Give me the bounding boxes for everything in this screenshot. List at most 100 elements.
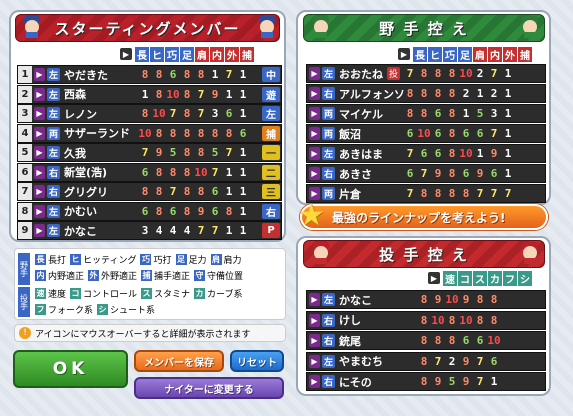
player-row[interactable]: 8 ▶ 左かむい 6 8 6 8 9 6 8 1 右 (17, 201, 282, 221)
fielding-position-badge[interactable]: 左 (262, 106, 280, 121)
player-row[interactable]: ▶ 両飯沼 6 10 6 8 6 6 7 1 (306, 124, 546, 143)
stat-value: 8 (476, 313, 484, 327)
player-row[interactable]: ▶ 左やまむち 8 7 2 9 7 6 (306, 351, 546, 371)
stat-value: 6 (476, 127, 484, 140)
batting-order-number: 6 (18, 163, 32, 181)
swap-arrow-icon[interactable]: ▶ (34, 204, 45, 218)
swap-arrow-icon[interactable]: ▶ (34, 224, 45, 237)
column-外: 外 (503, 46, 517, 62)
fielding-position-badge[interactable]: 三 (262, 184, 280, 199)
stat-value: 8 (420, 87, 428, 100)
player-row[interactable]: ▶ 左おおたね投 7 8 8 8 10 2 7 1 (306, 64, 546, 83)
legend-key: カ (194, 288, 206, 299)
player-row[interactable]: ▶ 右銃尾 8 8 8 6 6 10 (306, 331, 546, 350)
stat-value: 6 (211, 185, 219, 198)
swap-arrow-icon[interactable]: ▶ (34, 107, 45, 120)
player-row[interactable]: ▶ 右にその 8 9 5 9 7 1 (306, 372, 546, 391)
stat-value: 9 (476, 167, 484, 180)
swap-arrow-icon[interactable]: ▶ (309, 87, 320, 100)
swap-arrow-icon[interactable]: ▶ (309, 167, 320, 180)
fielding-position-badge[interactable]: P (262, 223, 280, 238)
legend-key: ス (141, 288, 153, 299)
stat-value: 7 (197, 107, 205, 120)
legend-label: 守備位置 (207, 272, 244, 282)
stat-value: 3 (490, 107, 498, 120)
legend-item: ススタミナ (141, 287, 190, 300)
player-name: あきさ (339, 167, 372, 181)
stat-value: 8 (420, 313, 428, 327)
stat-value: 8 (183, 146, 191, 159)
swap-arrow-icon[interactable]: ▶ (34, 185, 45, 198)
save-member-button[interactable]: メンバーを保存 (134, 350, 224, 372)
legend-item: 肩肩力 (210, 253, 242, 266)
player-row[interactable]: ▶ 右けし 8 10 8 10 8 8 (306, 310, 546, 330)
stat-value: 8 (183, 185, 191, 198)
column-コ: コ (458, 270, 472, 286)
stat-value: 6 (169, 68, 177, 81)
night-game-button[interactable]: ナイターに変更する (134, 377, 284, 399)
info-icon: ! (19, 327, 31, 339)
handedness-badge: 右 (322, 167, 335, 180)
stat-value: 1 (225, 87, 233, 101)
swap-arrow-icon[interactable]: ▶ (309, 375, 320, 388)
ok-button-label: OK (52, 359, 89, 379)
player-row[interactable]: ▶ 右あきさ 6 7 9 8 6 9 6 1 (306, 164, 546, 183)
fielding-position-badge[interactable]: 右 (262, 203, 280, 219)
fielding-position-badge[interactable]: 中 (262, 67, 280, 82)
swap-arrow-icon[interactable]: ▶ (309, 147, 320, 160)
stat-value: 4 (169, 224, 177, 237)
legend-item: 足足力 (175, 253, 207, 266)
column-シ: シ (518, 270, 532, 286)
stat-value: 8 (434, 67, 442, 80)
swap-arrow-icon[interactable]: ▶ (309, 313, 320, 327)
stat-value: 8 (420, 187, 428, 200)
swap-arrow-icon[interactable]: ▶ (34, 68, 45, 81)
player-row[interactable]: ▶ 両片倉 7 8 8 8 8 7 7 7 (306, 184, 546, 203)
player-row[interactable]: 9 ▶ 左かなこ 3 4 4 4 7 7 1 1 P (17, 221, 282, 240)
legend-item: 長長打 (35, 253, 66, 266)
legend-item: 外外野適正 (88, 269, 137, 282)
ok-button[interactable]: OK (13, 350, 128, 388)
fielding-position-badge[interactable]: 捕 (262, 125, 280, 141)
legend-item: カカーブ系 (194, 287, 243, 300)
player-row[interactable]: 1 ▶ 左やだきた 8 8 6 8 8 1 7 1 中 (17, 65, 282, 84)
player-row[interactable]: ▶ 左かなこ 8 9 10 9 8 8 (306, 290, 546, 309)
pitcher-chibi-icon (518, 240, 542, 264)
stat-value: 1 (239, 224, 247, 237)
fielding-position-badge[interactable]: 二 (262, 164, 280, 180)
player-row[interactable]: 4 ▶ 両サザーランド 10 8 8 8 8 8 8 6 捕 (17, 123, 282, 143)
handedness-badge: 左 (47, 87, 60, 101)
swap-arrow-icon[interactable]: ▶ (34, 146, 45, 159)
column-速: 速 (443, 270, 457, 286)
handedness-badge: 左 (47, 224, 60, 237)
player-row[interactable]: ▶ 両マイケル 8 8 6 8 1 5 3 1 (306, 104, 546, 123)
swap-arrow-icon[interactable]: ▶ (34, 165, 45, 179)
swap-arrow-icon[interactable]: ▶ (309, 107, 320, 120)
legend-key: 守 (194, 270, 206, 281)
player-name: かむい (64, 205, 97, 218)
stat-value: 8 (406, 87, 414, 100)
stat-value: 10 (166, 87, 180, 101)
swap-arrow-icon[interactable]: ▶ (34, 87, 45, 101)
reset-button[interactable]: リセット (230, 350, 284, 372)
stat-value: 9 (462, 375, 470, 388)
player-row[interactable]: ▶ 左あきはま 7 6 6 8 10 1 9 1 (306, 144, 546, 163)
legend-key: シ (97, 304, 109, 315)
swap-arrow-icon[interactable]: ▶ (34, 126, 45, 140)
player-row[interactable]: 3 ▶ 左レノン 8 10 7 8 7 3 6 1 左 (17, 104, 282, 123)
fielding-position-badge[interactable]: 遊 (262, 86, 280, 102)
swap-arrow-icon[interactable]: ▶ (309, 354, 320, 368)
player-row[interactable]: 2 ▶ 左西森 1 8 10 8 7 9 1 1 遊 (17, 84, 282, 104)
swap-arrow-icon[interactable]: ▶ (309, 293, 320, 306)
player-row[interactable]: 7 ▶ 右グリグリ 8 8 7 8 8 6 1 1 三 (17, 182, 282, 201)
player-row[interactable]: 6 ▶ 右新堂(浩) 6 8 8 8 10 7 1 1 二 (17, 162, 282, 182)
swap-arrow-icon[interactable]: ▶ (309, 127, 320, 140)
player-row[interactable]: ▶ 右アルフォンソ 8 8 8 8 2 1 2 1 (306, 84, 546, 103)
player-row[interactable]: 5 ▶ 左久我 7 9 5 8 8 5 7 1 一 (17, 143, 282, 162)
swap-arrow-icon[interactable]: ▶ (309, 67, 320, 80)
fielding-position-badge[interactable]: 一 (262, 145, 280, 160)
stat-value: 7 (406, 147, 414, 160)
legend-key: 長 (35, 254, 46, 265)
swap-arrow-icon[interactable]: ▶ (309, 334, 320, 347)
handedness-badge: 両 (322, 107, 335, 120)
